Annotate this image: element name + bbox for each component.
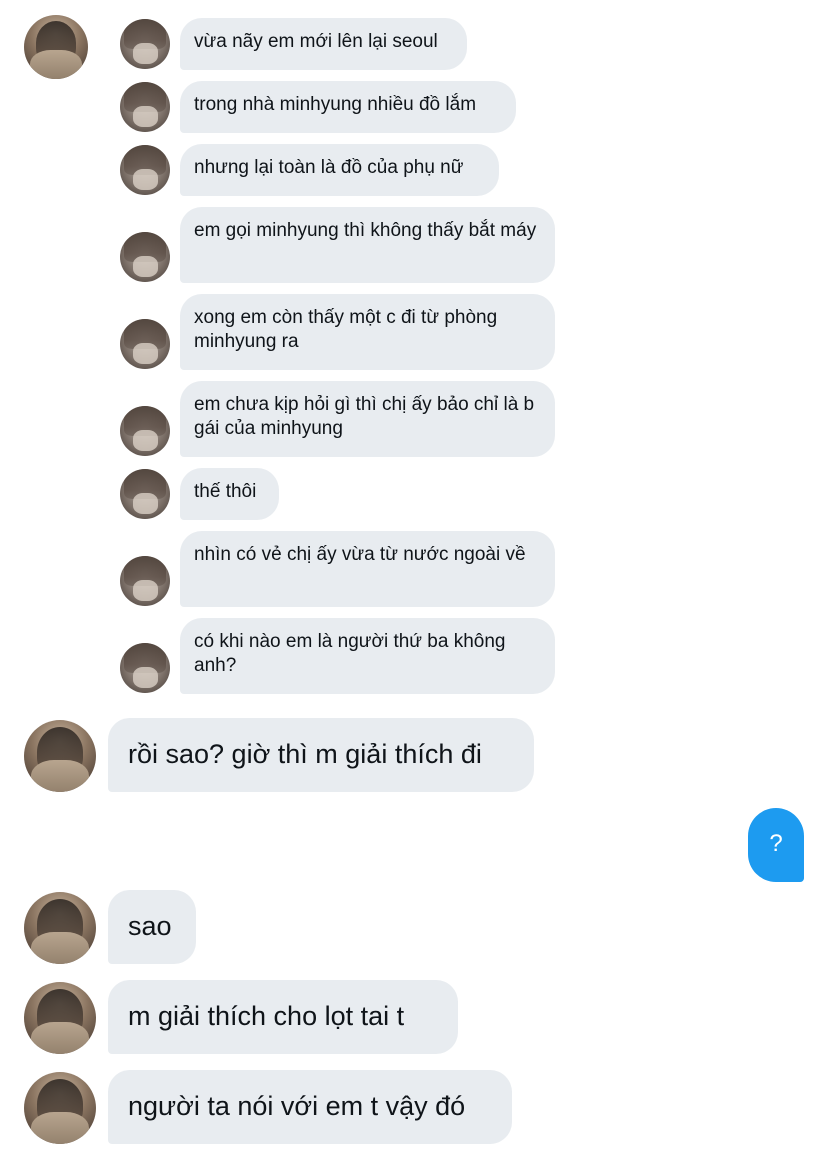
quoted-avatar — [120, 145, 170, 195]
sender-avatar[interactable] — [24, 892, 96, 964]
quoted-avatar — [120, 469, 170, 519]
quoted-avatar — [120, 643, 170, 693]
quoted-message-text: em gọi minhyung thì không thấy bắt máy — [194, 220, 537, 241]
quoted-avatar — [120, 232, 170, 282]
quoted-message-bubble: vừa nãy em mới lên lại seoul — [180, 18, 467, 70]
incoming-message-bubble[interactable]: m giải thích cho lọt tai t — [108, 980, 458, 1054]
incoming-message-bubble[interactable]: sao — [108, 890, 196, 964]
incoming-message-bubble[interactable]: rồi sao? giờ thì m giải thích đi — [108, 718, 534, 792]
incoming-message-text: người ta nói với em t vậy đó — [128, 1091, 466, 1121]
quoted-message-text: trong nhà minhyung nhiều đồ lắm — [194, 94, 477, 115]
quoted-message-text: có khi nào em là người thứ ba không anh? — [194, 631, 506, 676]
quoted-message-bubble: em gọi minhyung thì không thấy bắt máy — [180, 207, 555, 283]
sender-avatar[interactable] — [24, 15, 88, 79]
quoted-avatar — [120, 556, 170, 606]
quoted-message-bubble: em chưa kịp hỏi gì thì chị ấy bảo chỉ là… — [180, 381, 555, 457]
quoted-message-bubble: nhưng lại toàn là đồ của phụ nữ — [180, 144, 499, 196]
quoted-avatar — [120, 319, 170, 369]
quoted-message-bubble: nhìn có vẻ chị ấy vừa từ nước ngoài về — [180, 531, 555, 607]
incoming-message-text: m giải thích cho lọt tai t — [128, 1001, 405, 1031]
quoted-message-text: thế thôi — [194, 481, 257, 502]
sender-avatar[interactable] — [24, 720, 96, 792]
quoted-message-text: xong em còn thấy một c đi từ phòng minhy… — [194, 307, 498, 352]
quoted-message-bubble: thế thôi — [180, 468, 279, 520]
quoted-message-text: em chưa kịp hỏi gì thì chị ấy bảo chỉ là… — [194, 394, 535, 439]
sender-avatar[interactable] — [24, 1072, 96, 1144]
outgoing-message-bubble[interactable]: ? — [748, 808, 804, 882]
quoted-avatar — [120, 82, 170, 132]
incoming-message-bubble[interactable]: người ta nói với em t vậy đó — [108, 1070, 512, 1144]
quoted-message-bubble: xong em còn thấy một c đi từ phòng minhy… — [180, 294, 555, 370]
quoted-message-text: nhìn có vẻ chị ấy vừa từ nước ngoài về — [194, 544, 526, 565]
quoted-message-bubble: có khi nào em là người thứ ba không anh? — [180, 618, 555, 694]
quoted-message-text: vừa nãy em mới lên lại seoul — [194, 31, 438, 52]
quoted-message-text: nhưng lại toàn là đồ của phụ nữ — [194, 157, 464, 178]
quoted-avatar — [120, 406, 170, 456]
sender-avatar[interactable] — [24, 982, 96, 1054]
quoted-message-bubble: trong nhà minhyung nhiều đồ lắm — [180, 81, 516, 133]
incoming-message-text: rồi sao? giờ thì m giải thích đi — [128, 739, 482, 769]
incoming-message-text: sao — [128, 911, 172, 941]
quoted-avatar — [120, 19, 170, 69]
outgoing-message-text: ? — [769, 830, 783, 857]
